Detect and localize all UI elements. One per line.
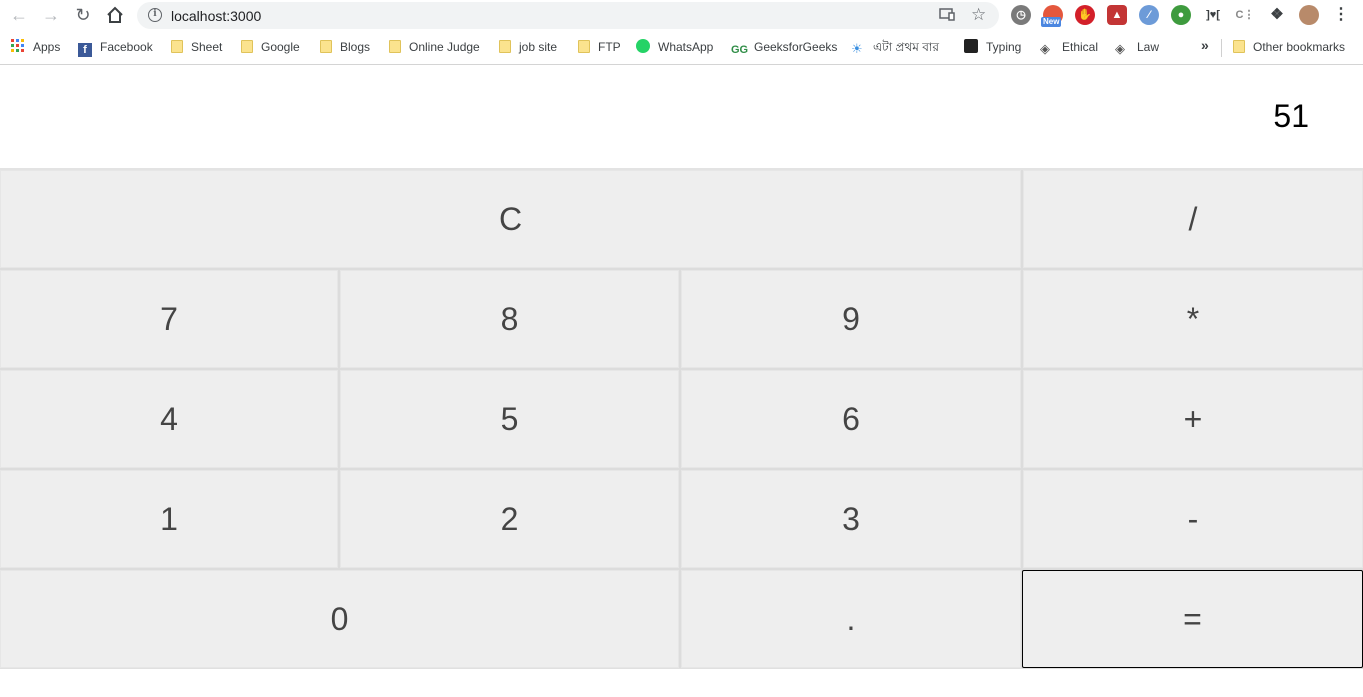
digit-6-button[interactable]: 6: [681, 370, 1021, 468]
c-extension-icon[interactable]: C⋮: [1235, 5, 1255, 25]
bookmark-ftp[interactable]: FTP: [578, 39, 621, 57]
bookmark-label: এটা প্রথম বার: [873, 40, 939, 54]
minus-button[interactable]: -: [1023, 470, 1363, 568]
folder-icon: [1233, 40, 1245, 53]
decimal-button[interactable]: .: [681, 570, 1021, 668]
bracket-extension-icon[interactable]: ]♥[: [1203, 5, 1223, 25]
profile-avatar[interactable]: [1299, 5, 1319, 25]
bookmark-label: Online Judge: [409, 40, 480, 54]
digit-9-button[interactable]: 9: [681, 270, 1021, 368]
bookmark-apps[interactable]: Apps: [11, 39, 60, 57]
new-badge: New: [1041, 17, 1062, 27]
geeksforgeeks-icon: GG: [731, 44, 749, 56]
diamond-icon: ◈: [1115, 41, 1125, 56]
bookmark-label: WhatsApp: [658, 40, 714, 54]
bookmark-law[interactable]: ◈ Law: [1115, 39, 1159, 57]
browser-toolbar: ← → ↻ i localhost:3000 ☆ ◷ New ✋ ▲ ⁄ ● ]…: [0, 0, 1363, 31]
forward-arrow-icon[interactable]: →: [39, 4, 63, 26]
clock-extension-icon[interactable]: ◷: [1011, 5, 1031, 25]
digit-5-button[interactable]: 5: [340, 370, 679, 468]
bookmark-label: GeeksforGeeks: [754, 40, 838, 54]
diamond-icon: ◈: [1040, 41, 1050, 56]
bookmark-other[interactable]: Other bookmarks: [1233, 39, 1345, 57]
globe-extension-icon[interactable]: ●: [1171, 5, 1191, 25]
blue-extension-icon[interactable]: ⁄: [1139, 5, 1159, 25]
digit-7-button[interactable]: 7: [0, 270, 338, 368]
facebook-icon: f: [78, 43, 92, 57]
digit-0-button[interactable]: 0: [0, 570, 679, 668]
adblock-icon[interactable]: ✋: [1075, 5, 1095, 25]
digit-8-button[interactable]: 8: [340, 270, 679, 368]
puzzle-extensions-icon[interactable]: ❖: [1267, 5, 1287, 25]
bookmark-online-judge[interactable]: Online Judge: [389, 39, 480, 57]
calculator-display: 51: [0, 66, 1363, 168]
cast-icon[interactable]: [939, 8, 955, 21]
bookmark-typing[interactable]: Typing: [964, 39, 1021, 57]
bookmark-bengali[interactable]: ☀ এটা প্রথম বার: [851, 39, 939, 57]
bookmark-geeksforgeeks[interactable]: GG GeeksforGeeks: [731, 39, 837, 57]
digit-1-button[interactable]: 1: [0, 470, 338, 568]
bulb-icon: ☀: [851, 41, 863, 56]
bookmark-facebook[interactable]: f Facebook: [78, 39, 153, 57]
url-text[interactable]: localhost:3000: [171, 8, 261, 24]
digit-2-button[interactable]: 2: [340, 470, 679, 568]
back-arrow-icon[interactable]: ←: [7, 4, 31, 26]
divide-button[interactable]: /: [1023, 170, 1363, 268]
folder-icon: [320, 40, 332, 53]
bookmark-sheet[interactable]: Sheet: [171, 39, 222, 57]
bookmark-label: Ethical: [1062, 40, 1099, 54]
digit-3-button[interactable]: 3: [681, 470, 1021, 568]
folder-icon: [389, 40, 401, 53]
bookmark-label: Google: [261, 40, 300, 54]
apps-grid-icon: [11, 39, 24, 52]
bookmark-label: job site: [519, 40, 558, 54]
bookmark-job-site[interactable]: job site: [499, 39, 557, 57]
menu-kebab-icon[interactable]: ⋮: [1331, 5, 1351, 25]
bookmarks-separator: [1221, 39, 1222, 57]
bookmarks-bar: Apps f Facebook Sheet Google Blogs Online…: [0, 31, 1363, 65]
bookmark-label: Sheet: [191, 40, 223, 54]
reload-icon[interactable]: ↻: [71, 4, 95, 26]
bookmark-label: Blogs: [340, 40, 371, 54]
bookmarks-overflow-button[interactable]: »: [1201, 37, 1209, 55]
plus-button[interactable]: +: [1023, 370, 1363, 468]
typing-icon: [964, 39, 978, 53]
address-bar[interactable]: i localhost:3000 ☆: [137, 2, 999, 29]
whatsapp-icon: [636, 39, 650, 53]
bookmark-blogs[interactable]: Blogs: [320, 39, 370, 57]
display-value: 51: [1273, 98, 1309, 134]
red-extension-icon[interactable]: ▲: [1107, 5, 1127, 25]
calculator-keypad: C / 7 8 9 * 4 5 6 + 1 2 3 - 0 . =: [0, 168, 1363, 668]
folder-icon: [171, 40, 183, 53]
bookmark-label: Typing: [986, 40, 1022, 54]
bookmark-label: Apps: [33, 40, 61, 54]
bookmark-label: FTP: [598, 40, 621, 54]
bookmark-google[interactable]: Google: [241, 39, 300, 57]
bookmark-whatsapp[interactable]: WhatsApp: [636, 39, 713, 57]
bookmark-label: Other bookmarks: [1253, 40, 1346, 54]
bookmark-label: Law: [1137, 40, 1160, 54]
page-bottom-area: [0, 668, 1363, 697]
bookmark-star-icon[interactable]: ☆: [971, 5, 986, 25]
digit-4-button[interactable]: 4: [0, 370, 338, 468]
home-icon[interactable]: [103, 4, 127, 26]
folder-icon: [499, 40, 511, 53]
folder-icon: [241, 40, 253, 53]
clear-button[interactable]: C: [0, 170, 1021, 268]
site-info-icon[interactable]: i: [148, 8, 162, 22]
bookmark-label: Facebook: [100, 40, 153, 54]
multiply-button[interactable]: *: [1023, 270, 1363, 368]
equals-button[interactable]: =: [1022, 570, 1363, 668]
folder-icon: [578, 40, 590, 53]
bookmark-ethical[interactable]: ◈ Ethical: [1040, 39, 1098, 57]
